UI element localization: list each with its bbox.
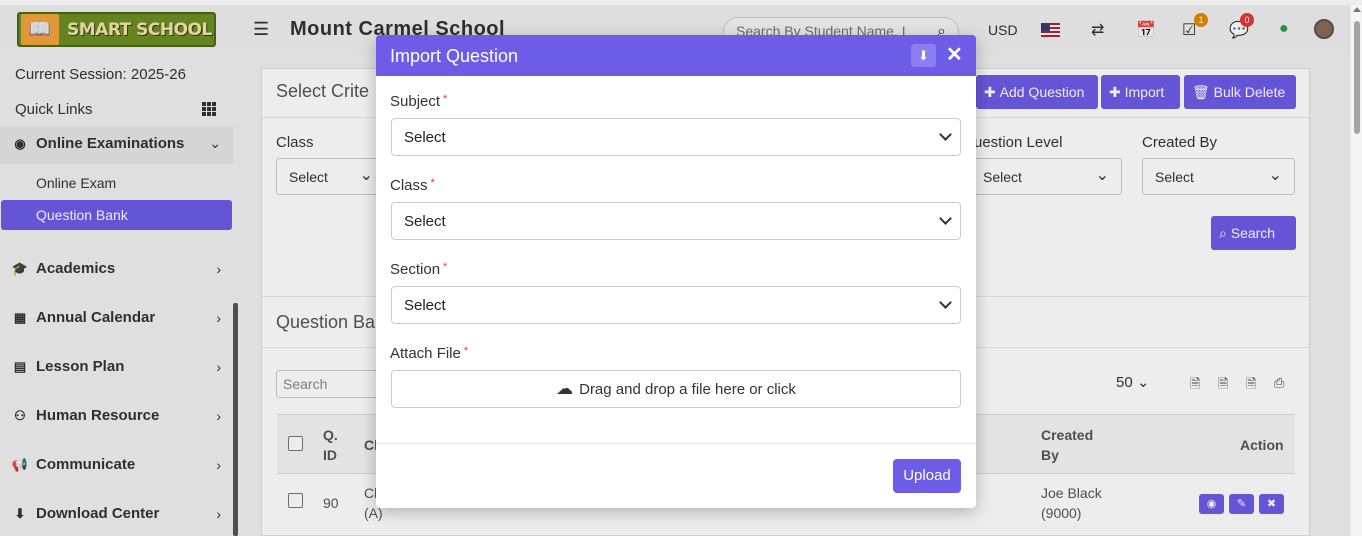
- subject-select[interactable]: Select: [391, 118, 961, 156]
- upload-button[interactable]: Upload: [893, 459, 961, 493]
- chevron-down-icon: [939, 128, 952, 141]
- class-label: Class *: [390, 177, 435, 194]
- import-question-modal: Import Question ⬇ ✕ Subject * Select Clas…: [376, 35, 976, 508]
- modal-header: Import Question ⬇ ✕: [376, 35, 976, 76]
- chevron-down-icon: [939, 212, 952, 225]
- close-icon: ✕: [946, 44, 963, 66]
- download-sample-button[interactable]: ⬇: [911, 44, 936, 67]
- page-scrollbar[interactable]: [1350, 5, 1362, 536]
- dropzone-text: Drag and drop a file here or click: [579, 380, 796, 398]
- class-select[interactable]: Select: [391, 202, 961, 240]
- subject-label: Subject *: [390, 93, 448, 110]
- section-label: Section *: [390, 261, 448, 278]
- scrollbar-thumb[interactable]: [1354, 21, 1360, 134]
- file-dropzone[interactable]: ☁ Drag and drop a file here or click: [391, 370, 961, 408]
- chevron-down-icon: [939, 296, 952, 309]
- modal-close-button[interactable]: ✕: [946, 44, 963, 67]
- cloud-upload-icon: ☁: [556, 379, 574, 398]
- download-icon: ⬇: [918, 48, 929, 63]
- modal-title: Import Question: [390, 46, 519, 66]
- attach-file-label: Attach File *: [390, 345, 469, 362]
- section-select[interactable]: Select: [391, 286, 961, 324]
- scroll-up-icon[interactable]: [1353, 7, 1361, 12]
